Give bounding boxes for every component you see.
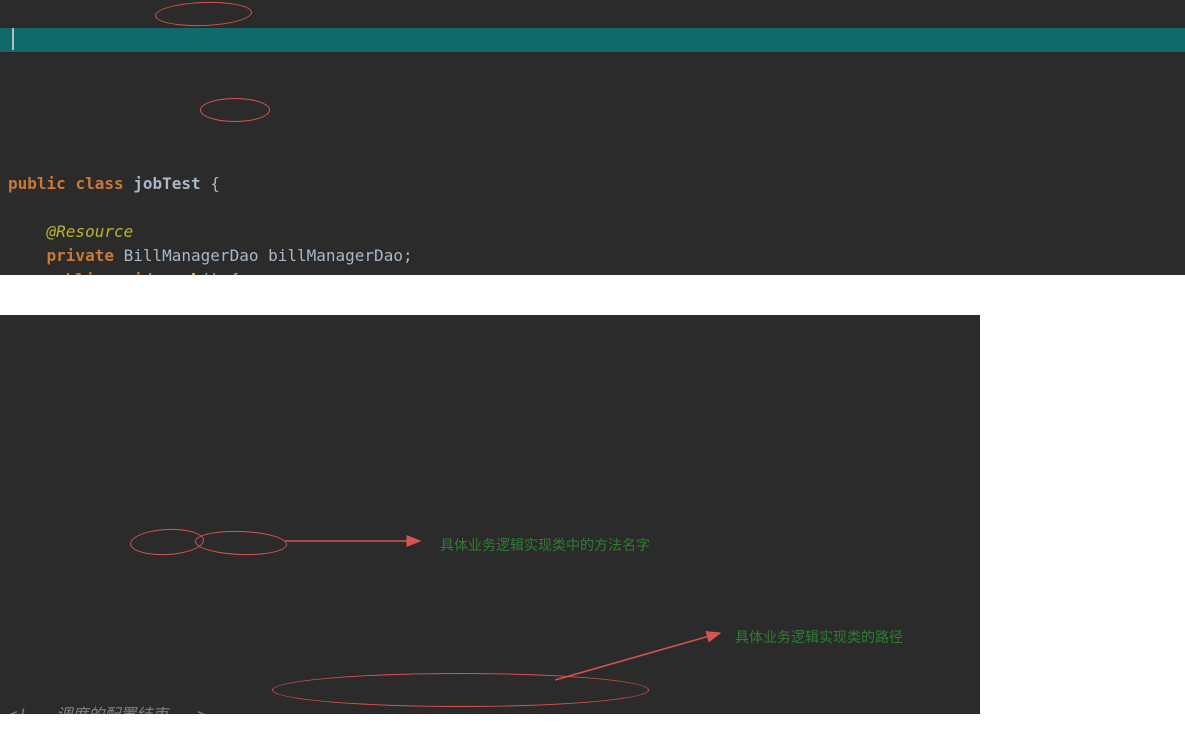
- brace: {: [201, 174, 220, 193]
- java-code-content: public class jobTest { @Resource private…: [8, 148, 1177, 275]
- method-name-work: work: [162, 270, 201, 275]
- comment-1: <!-- 调度的配置结束 -->: [8, 705, 207, 714]
- circle-annotation-value: [195, 529, 288, 556]
- xml-code-block[interactable]: 具体业务逻辑实现类中的方法名字 具体业务逻辑实现类的路径 <!-- 调度的配置结…: [0, 315, 980, 714]
- keyword-public2: public: [47, 270, 105, 275]
- annotation-label-1: 具体业务逻辑实现类中的方法名字: [440, 533, 650, 557]
- arrow-annotation-2: [555, 625, 735, 685]
- circle-annotation-jobtest: [155, 0, 253, 27]
- keyword-private: private: [47, 246, 114, 265]
- annotation-label-2: 具体业务逻辑实现类的路径: [735, 625, 903, 649]
- arrow-annotation-1: [285, 531, 435, 551]
- field-decl: BillManagerDao billManagerDao;: [114, 246, 413, 265]
- circle-annotation-work: [200, 98, 270, 122]
- keyword-void: void: [104, 270, 152, 275]
- java-code-block[interactable]: public class jobTest { @Resource private…: [0, 0, 1185, 275]
- text-caret: [12, 28, 14, 50]
- annotation-resource: @Resource: [47, 222, 134, 241]
- xml-code-content: <!-- 调度的配置结束 --> <!-- job的配置开始 --> <bean…: [8, 679, 972, 714]
- keyword-public: public: [8, 174, 66, 193]
- method-rest: () {: [201, 270, 240, 275]
- circle-annotation-work-xml: [129, 527, 204, 557]
- highlighted-line: [0, 28, 1185, 52]
- keyword-class: class: [75, 174, 123, 193]
- class-name: jobTest: [133, 174, 200, 193]
